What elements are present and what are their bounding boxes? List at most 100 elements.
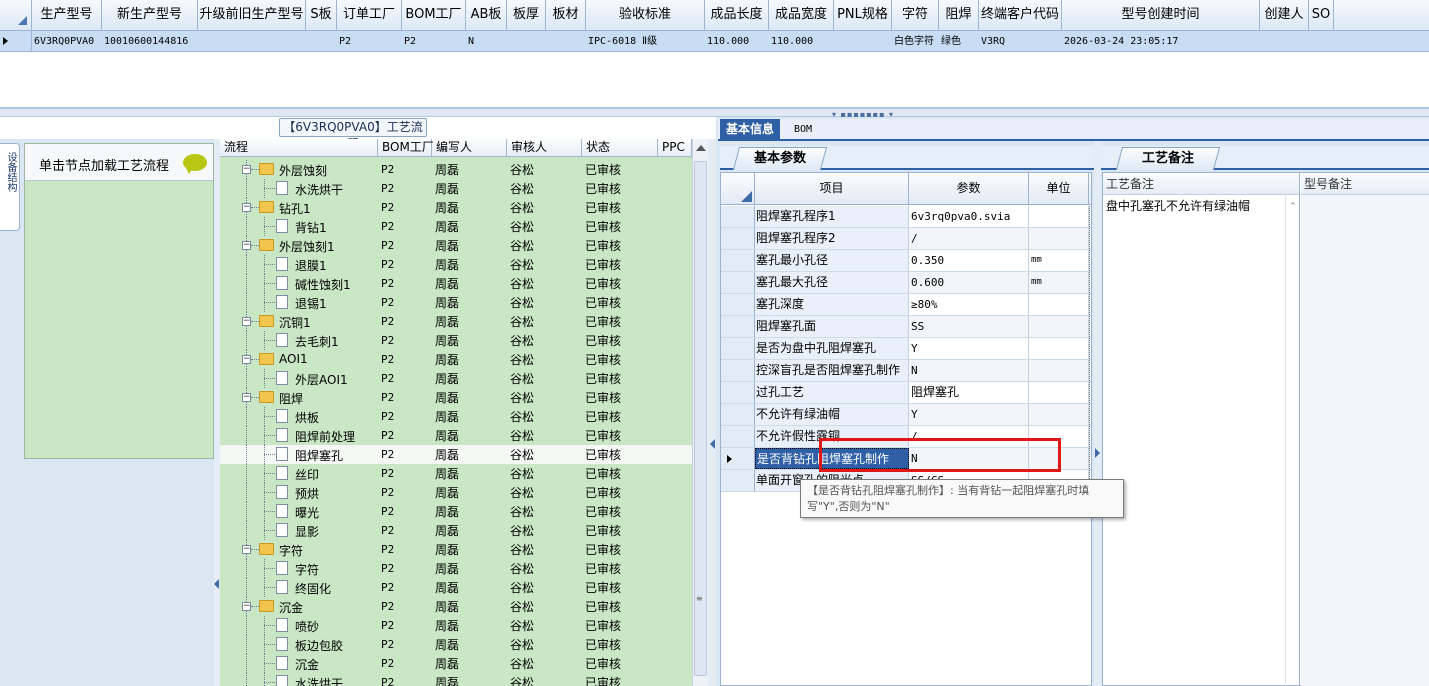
col-value[interactable]: 参数 xyxy=(909,173,1029,204)
row-indicator[interactable] xyxy=(721,294,755,315)
param-item[interactable]: 阻焊塞孔面 xyxy=(755,316,909,337)
process-tree-grid[interactable]: 流程 BOM工厂 编写人 审核人 状态 PPC − 外层蚀刻 P2 周磊 谷松 已审核 水洗烘干 P2 周… xyxy=(220,139,692,686)
param-row[interactable]: 不允许有绿油帽 Y xyxy=(721,404,1091,426)
tab-process-remarks[interactable]: 工艺备注 xyxy=(1115,147,1221,170)
tree-row[interactable]: 预烘 P2 周磊 谷松 已审核 xyxy=(220,483,692,502)
tree-node[interactable]: 烘板 xyxy=(220,407,378,426)
tree-row[interactable]: 退膜1 P2 周磊 谷松 已审核 xyxy=(220,255,692,274)
param-row[interactable]: 过孔工艺 阻焊塞孔 xyxy=(721,382,1091,404)
tree-column-header[interactable]: PPC xyxy=(658,139,692,157)
param-item[interactable]: 过孔工艺 xyxy=(755,382,909,403)
tab-device-structure[interactable]: 设备结构 xyxy=(0,143,20,231)
tree-node[interactable]: − 钻孔1 xyxy=(220,198,378,217)
collapse-left-icon[interactable] xyxy=(214,579,219,589)
table-cell[interactable]: 绿色 xyxy=(939,31,979,52)
param-value[interactable]: 0.350 xyxy=(909,250,1029,271)
process-remark-text[interactable]: 盘中孔塞孔不允许有绿油帽 xyxy=(1103,195,1299,216)
middle-splitter[interactable] xyxy=(708,139,716,686)
tree-node[interactable]: 沉金 xyxy=(220,654,378,673)
table-cell[interactable] xyxy=(507,31,546,52)
row-indicator[interactable] xyxy=(721,404,755,425)
param-unit[interactable] xyxy=(1029,316,1089,337)
process-remark-header[interactable]: 工艺备注 xyxy=(1103,173,1299,195)
column-header[interactable]: SO xyxy=(1309,0,1334,31)
tree-node[interactable]: 板边包胶 xyxy=(220,635,378,654)
table-cell[interactable] xyxy=(834,31,892,52)
right-splitter[interactable] xyxy=(1094,141,1101,686)
grid-corner[interactable] xyxy=(0,0,32,31)
tab-basic-info[interactable]: 基本信息 xyxy=(720,119,781,141)
tree-row[interactable]: 碱性蚀刻1 P2 周磊 谷松 已审核 xyxy=(220,274,692,293)
tree-node[interactable]: 显影 xyxy=(220,521,378,540)
param-row[interactable]: 是否为盘中孔阻焊塞孔 Y xyxy=(721,338,1091,360)
column-header[interactable]: 新生产型号 xyxy=(102,0,198,31)
tree-row[interactable]: − AOI1 P2 周磊 谷松 已审核 xyxy=(220,350,692,369)
tree-node[interactable]: 水洗烘干 xyxy=(220,179,378,198)
row-indicator[interactable] xyxy=(721,448,755,469)
table-cell[interactable]: 10010600144816 xyxy=(102,31,198,52)
row-indicator[interactable] xyxy=(721,206,755,227)
row-indicator[interactable] xyxy=(721,316,755,337)
param-unit[interactable] xyxy=(1029,338,1089,359)
param-row[interactable]: 控深盲孔是否阻焊塞孔制作 N xyxy=(721,360,1091,382)
table-cell[interactable]: 白色字符 xyxy=(892,31,939,52)
param-value[interactable]: 6v3rq0pva0.svia xyxy=(909,206,1029,227)
column-header[interactable]: 板厚 xyxy=(507,0,546,31)
param-value[interactable]: / xyxy=(909,228,1029,249)
tree-node[interactable]: 预烘 xyxy=(220,483,378,502)
tree-row[interactable]: 喷砂 P2 周磊 谷松 已审核 xyxy=(220,616,692,635)
tree-node[interactable]: − AOI1 xyxy=(220,350,378,369)
collapse-icon[interactable]: − xyxy=(242,317,251,326)
table-row[interactable]: 6V3RQ0PVA0 10010600144816 P2 P2 N IPC-6018 Ⅱ级… xyxy=(0,31,1429,52)
scroll-up-icon[interactable] xyxy=(696,145,706,151)
column-header[interactable]: 字符 xyxy=(892,0,939,31)
collapse-right-icon[interactable] xyxy=(1095,448,1100,458)
column-header[interactable]: 板材 xyxy=(546,0,586,31)
tree-node[interactable]: 阻焊前处理 xyxy=(220,426,378,445)
param-item[interactable]: 不允许有绿油帽 xyxy=(755,404,909,425)
tree-column-header[interactable]: BOM工厂 xyxy=(378,139,434,157)
tree-node[interactable]: 退锡1 xyxy=(220,293,378,312)
param-value[interactable]: SS xyxy=(909,316,1029,337)
tree-row[interactable]: 终固化 P2 周磊 谷松 已审核 xyxy=(220,578,692,597)
param-item[interactable]: 塞孔最小孔径 xyxy=(755,250,909,271)
collapse-icon[interactable]: − xyxy=(242,393,251,402)
collapse-icon[interactable]: − xyxy=(242,545,251,554)
tree-row[interactable]: − 阻焊 P2 周磊 谷松 已审核 xyxy=(220,388,692,407)
tree-row[interactable]: 阻焊前处理 P2 周磊 谷松 已审核 xyxy=(220,426,692,445)
column-header[interactable]: 生产型号 xyxy=(32,0,102,31)
param-row[interactable]: 塞孔最大孔径 0.600 mm xyxy=(721,272,1091,294)
tree-node[interactable]: 丝印 xyxy=(220,464,378,483)
param-row[interactable]: 阻焊塞孔程序1 6v3rq0pva0.svia xyxy=(721,206,1091,228)
column-header[interactable]: 验收标准 xyxy=(586,0,705,31)
tree-node[interactable]: 终固化 xyxy=(220,578,378,597)
param-unit[interactable] xyxy=(1029,360,1089,381)
tree-row[interactable]: − 外层蚀刻1 P2 周磊 谷松 已审核 xyxy=(220,236,692,255)
param-row[interactable]: 阻焊塞孔程序2/ xyxy=(721,228,1091,250)
param-item[interactable]: 阻焊塞孔程序1 xyxy=(755,206,909,227)
model-remark-column[interactable]: 型号备注 xyxy=(1301,173,1429,686)
row-indicator[interactable] xyxy=(721,382,755,403)
table-cell[interactable] xyxy=(198,31,306,52)
tree-row[interactable]: 去毛刺1 P2 周磊 谷松 已审核 xyxy=(220,331,692,350)
table-cell[interactable]: N xyxy=(466,31,507,52)
column-header[interactable]: 终端客户代码 xyxy=(979,0,1062,31)
row-indicator[interactable] xyxy=(721,338,755,359)
tree-row[interactable]: 字符 P2 周磊 谷松 已审核 xyxy=(220,559,692,578)
param-unit[interactable] xyxy=(1029,404,1089,425)
param-item[interactable]: 塞孔最大孔径 xyxy=(755,272,909,293)
tree-node[interactable]: 喷砂 xyxy=(220,616,378,635)
param-item[interactable]: 塞孔深度 xyxy=(755,294,909,315)
tree-node[interactable]: − 字符 xyxy=(220,540,378,559)
param-value[interactable]: ≥80% xyxy=(909,294,1029,315)
table-cell[interactable]: 110.000 xyxy=(705,31,769,52)
table-cell[interactable]: IPC-6018 Ⅱ级 xyxy=(586,31,705,52)
remark-scrollbar[interactable]: ⌃ xyxy=(1285,196,1299,686)
column-header[interactable]: 阻焊 xyxy=(939,0,979,31)
params-grid[interactable]: 项目 参数 单位 阻焊塞孔程序1 6v3rq0pva0.svia 阻焊塞孔程序2/塞… xyxy=(720,172,1092,686)
param-value[interactable]: 阻焊塞孔 xyxy=(909,382,1029,403)
tree-row[interactable]: 水洗烘干 P2 周磊 谷松 已审核 xyxy=(220,673,692,686)
param-unit[interactable] xyxy=(1029,228,1089,249)
param-unit[interactable]: mm xyxy=(1029,250,1089,271)
tree-row[interactable]: − 沉铜1 P2 周磊 谷松 已审核 xyxy=(220,312,692,331)
